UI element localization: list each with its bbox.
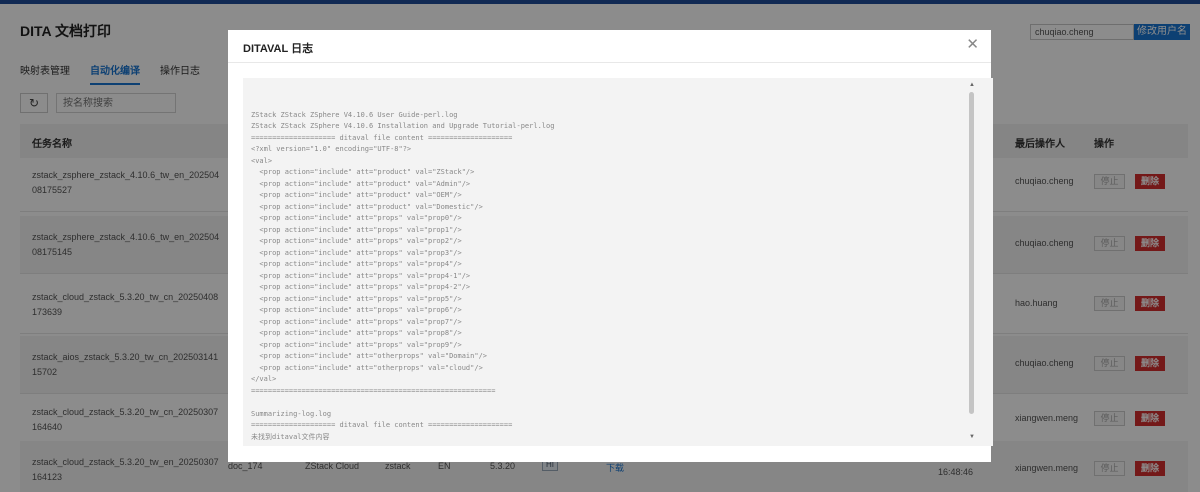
log-line: ==================== ditaval file conten… (251, 133, 513, 142)
log-line: <prop action="include" att="product" val… (251, 202, 483, 211)
log-line: <prop action="include" att="product" val… (251, 179, 471, 188)
dialog-header: DITAVAL 日志 ✕ (228, 30, 991, 63)
log-line: <prop action="include" att="props" val="… (251, 248, 462, 257)
log-line: <?xml version="1.0" encoding="UTF-8"?> (251, 145, 412, 153)
close-icon[interactable]: ✕ (966, 37, 979, 53)
log-line: <prop action="include" att="props" val="… (251, 214, 462, 222)
scroll-down-icon[interactable]: ▼ (969, 434, 975, 440)
log-line: <prop action="include" att="otherprops" … (251, 352, 488, 360)
log-line: <prop action="include" att="props" val="… (251, 306, 462, 314)
log-line: <prop action="include" att="props" val="… (251, 317, 462, 326)
ditaval-log-dialog: DITAVAL 日志 ✕ ZStack ZStack ZSphere V4.10… (228, 30, 993, 462)
log-line: ZStack ZStack ZSphere V4.10.6 User Guide… (251, 110, 458, 119)
log-line: <prop action="include" att="product" val… (251, 168, 475, 176)
log-line: <val> (251, 156, 273, 165)
log-line: <prop action="include" att="product" val… (251, 191, 462, 199)
scroll-thumb[interactable] (969, 92, 974, 414)
log-line: Summarizing-log.log (251, 409, 332, 418)
scrollbar[interactable]: ▲ ▼ (967, 78, 979, 446)
log-line: 未找到ditaval文件内容 (251, 432, 330, 441)
log-line: <prop action="include" att="props" val="… (251, 329, 462, 337)
log-line: <prop action="include" att="props" val="… (251, 283, 471, 291)
log-line: <prop action="include" att="props" val="… (251, 225, 462, 234)
log-line: ==================== ditaval file conten… (251, 421, 513, 429)
log-line: ========================================… (251, 386, 496, 395)
log-line: <prop action="include" att="props" val="… (251, 260, 462, 268)
log-text: ZStack ZStack ZSphere V4.10.6 User Guide… (251, 98, 951, 443)
scroll-up-icon[interactable]: ▲ (969, 82, 975, 88)
log-line: ZStack ZStack ZSphere V4.10.6 Installati… (251, 122, 555, 130)
log-line: <prop action="include" att="otherprops" … (251, 363, 483, 372)
log-line: <prop action="include" att="props" val="… (251, 271, 471, 280)
log-line: <prop action="include" att="props" val="… (251, 340, 462, 349)
dialog-title: DITAVAL 日志 (243, 43, 314, 55)
log-content[interactable]: ZStack ZStack ZSphere V4.10.6 User Guide… (243, 78, 993, 446)
log-line: </val> (251, 375, 277, 383)
log-line: <prop action="include" att="props" val="… (251, 237, 462, 245)
log-line: <prop action="include" att="props" val="… (251, 294, 462, 303)
